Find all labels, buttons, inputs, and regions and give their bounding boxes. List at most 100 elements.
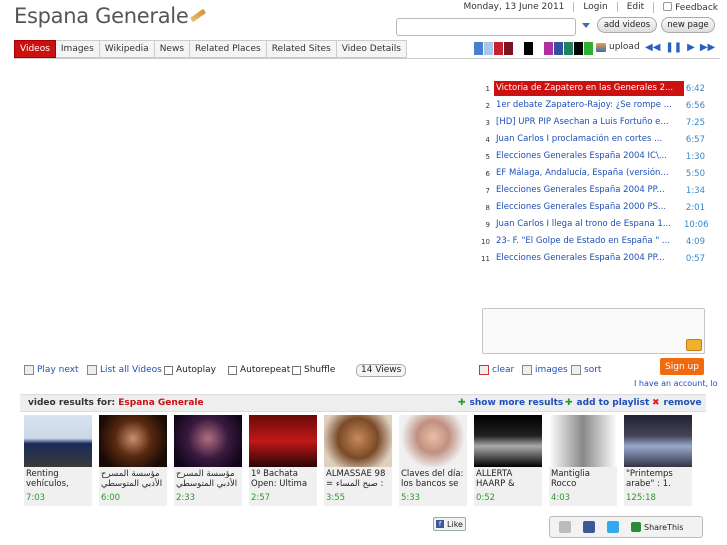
search-input[interactable] [396, 18, 576, 36]
video-thumbnail[interactable] [174, 415, 242, 467]
play-icon[interactable]: ▶ [687, 42, 695, 53]
have-account-link[interactable]: I have an account, lo [634, 379, 727, 388]
sort-button[interactable]: sort [571, 364, 601, 376]
playlist-item[interactable]: 10 23- F. "El Golpe de Estado en España "… [480, 233, 705, 250]
playlist-item-title[interactable]: 23- F. "El Golpe de Estado en España " .… [494, 234, 684, 249]
color-swatch-4[interactable] [514, 42, 523, 55]
facebook-share-icon[interactable] [583, 521, 595, 533]
color-swatch-9[interactable] [564, 42, 573, 55]
color-swatch-7[interactable] [544, 42, 553, 55]
edit-link[interactable]: Edit [616, 2, 653, 12]
playlist-item-title[interactable]: Elecciones Generales España 2004 PP... [494, 251, 684, 266]
color-swatch-1[interactable] [484, 42, 493, 55]
color-swatch-0[interactable] [474, 42, 483, 55]
video-thumbnail[interactable] [24, 415, 92, 467]
add-videos-button[interactable]: add videos [597, 17, 657, 33]
video-thumbnail[interactable] [399, 415, 467, 467]
autorepeat-toggle[interactable]: Autorepeat [228, 364, 290, 376]
color-swatch-6[interactable] [534, 42, 543, 55]
tab-related-places[interactable]: Related Places [190, 40, 267, 58]
playlist-item-title[interactable]: 1er debate Zapatero-Rajoy: ¿Se rompe ... [494, 98, 684, 113]
color-swatch-11[interactable] [584, 42, 593, 55]
show-more-button[interactable]: ✚ show more results [458, 398, 563, 408]
autoplay-toggle[interactable]: Autoplay [164, 364, 216, 376]
shuffle-checkbox[interactable] [292, 365, 301, 375]
images-button[interactable]: images [522, 364, 568, 376]
clear-button[interactable]: clear [479, 364, 514, 376]
video-result-title[interactable]: "Printemps arabe" : 1. Intro - [624, 467, 692, 489]
video-result-item[interactable]: 1º Bachata Open: Ultima 2:57 [249, 415, 317, 506]
video-result-item[interactable]: ALMASSAE 98 = صبح المساء : 3:55 [324, 415, 392, 506]
video-result-title[interactable]: مؤسسة المسرح الأدبي المتوسطي [99, 467, 167, 489]
rewind-icon[interactable]: ◀◀ [645, 42, 660, 53]
add-to-playlist-button[interactable]: ✚ add to playlist [565, 398, 649, 408]
sharethis-button[interactable]: ShareThis [631, 522, 683, 532]
video-thumbnail[interactable] [99, 415, 167, 467]
color-swatch-8[interactable] [554, 42, 563, 55]
color-swatch-5[interactable] [524, 42, 533, 55]
playlist-item-title[interactable]: Elecciones Generales España 2004 IC\... [494, 149, 684, 164]
tab-wikipedia[interactable]: Wikipedia [99, 40, 155, 58]
video-result-item[interactable]: Renting vehículos, 7:03 [24, 415, 92, 506]
playlist-item[interactable]: 2 1er debate Zapatero-Rajoy: ¿Se rompe ..… [480, 97, 705, 114]
new-page-button[interactable]: new page [661, 17, 715, 33]
video-result-title[interactable]: Claves del día: los bancos se [399, 467, 467, 489]
search-dropdown-icon[interactable] [582, 23, 590, 28]
upload-button[interactable]: upload [596, 42, 640, 52]
tab-news[interactable]: News [154, 40, 191, 58]
video-thumbnail[interactable] [549, 415, 617, 467]
shuffle-toggle[interactable]: Shuffle [292, 364, 335, 376]
feedback-link[interactable]: Feedback [653, 1, 727, 13]
login-link[interactable]: Login [573, 2, 616, 12]
video-result-title[interactable]: ALMASSAE 98 = صبح المساء : [324, 467, 392, 489]
video-result-title[interactable]: ALLERTA HAARP & [474, 467, 542, 489]
pencil-icon[interactable] [190, 8, 207, 23]
video-result-item[interactable]: مؤسسة المسرح الأدبي المتوسطي 6:00 [99, 415, 167, 506]
video-result-title[interactable]: مؤسسة المسرح الأدبي المتوسطي [174, 467, 242, 489]
play-next-button[interactable]: Play next [24, 364, 79, 376]
video-result-item[interactable]: Mantiglia Rocco Montana CGD 4:03 [549, 415, 617, 506]
playlist-item-title[interactable]: Elecciones Generales España 2004 PP... [494, 183, 684, 198]
list-all-button[interactable]: List all Videos [87, 364, 162, 376]
playlist-item[interactable]: 1 Victoria de Zapatero en las Generales 2… [480, 80, 705, 97]
video-thumbnail[interactable] [624, 415, 692, 467]
autoplay-checkbox[interactable] [164, 365, 173, 375]
color-swatch-3[interactable] [504, 42, 513, 55]
tab-video-details[interactable]: Video Details [336, 40, 407, 58]
video-thumbnail[interactable] [324, 415, 392, 467]
video-result-title[interactable]: Mantiglia Rocco Montana CGD [549, 467, 617, 489]
playlist-item-title[interactable]: Juan Carlos I proclamación en cortes ... [494, 132, 684, 147]
email-share-icon[interactable] [559, 521, 571, 533]
tab-images[interactable]: Images [55, 40, 100, 58]
video-thumbnail[interactable] [474, 415, 542, 467]
tab-related-sites[interactable]: Related Sites [266, 40, 337, 58]
playlist-item[interactable]: 7 Elecciones Generales España 2004 PP... 1… [480, 182, 705, 199]
tab-videos[interactable]: Videos [14, 40, 56, 58]
playlist-item[interactable]: 6 EF Málaga, Andalucía, España (versión..… [480, 165, 705, 182]
fast-forward-icon[interactable]: ▶▶ [700, 42, 715, 53]
twitter-share-icon[interactable] [607, 521, 619, 533]
autorepeat-checkbox[interactable] [228, 365, 237, 375]
playlist-item[interactable]: 3 [HD] UPR PIP Asechan a Luis Fortuño e..… [480, 114, 705, 131]
color-swatch-10[interactable] [574, 42, 583, 55]
playlist-item-title[interactable]: Victoria de Zapatero en las Generales 2.… [494, 81, 684, 96]
playlist-item[interactable]: 8 Elecciones Generales España 2000 PS... 2… [480, 199, 705, 216]
video-result-item[interactable]: "Printemps arabe" : 1. Intro - 125:18 [624, 415, 692, 506]
remove-button[interactable]: ✖ remove [652, 398, 702, 408]
mail-icon[interactable] [686, 339, 702, 351]
color-swatch-2[interactable] [494, 42, 503, 55]
playlist-item[interactable]: 4 Juan Carlos I proclamación en cortes ..… [480, 131, 705, 148]
video-result-item[interactable]: مؤسسة المسرح الأدبي المتوسطي 2:33 [174, 415, 242, 506]
video-result-title[interactable]: 1º Bachata Open: Ultima [249, 467, 317, 489]
playlist-item-title[interactable]: Elecciones Generales España 2000 PS... [494, 200, 684, 215]
like-button[interactable]: f Like [433, 517, 466, 531]
playlist-item-title[interactable]: [HD] UPR PIP Asechan a Luis Fortuño e... [494, 115, 684, 130]
pause-icon[interactable]: ❚❚ [665, 42, 682, 53]
video-result-item[interactable]: Claves del día: los bancos se 5:33 [399, 415, 467, 506]
video-result-item[interactable]: ALLERTA HAARP & 0:52 [474, 415, 542, 506]
comment-box[interactable] [482, 308, 705, 354]
signup-button[interactable]: Sign up [660, 358, 704, 375]
playlist-item[interactable]: 9 Juan Carlos I llega al trono de Espana … [480, 216, 709, 233]
video-thumbnail[interactable] [249, 415, 317, 467]
video-result-title[interactable]: Renting vehículos, [24, 467, 92, 489]
